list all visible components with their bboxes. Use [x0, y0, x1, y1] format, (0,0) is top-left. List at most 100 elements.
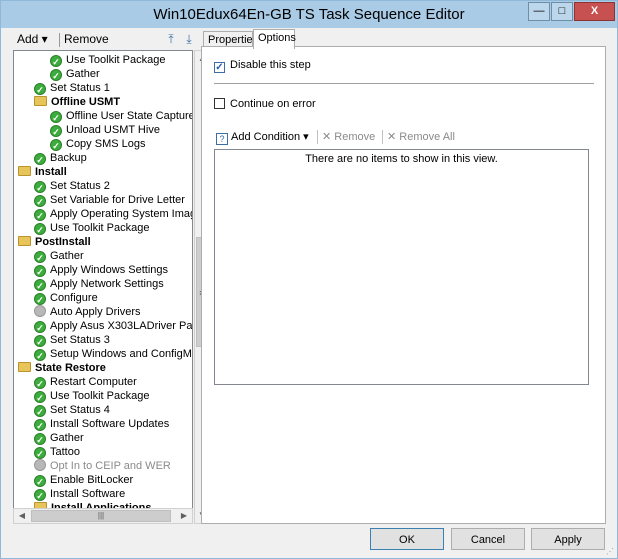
tree-step[interactable]: ✓ Set Status 4 — [34, 403, 110, 417]
add-condition-label: Add Condition — [231, 131, 301, 143]
tree-horizontal-scrollbar[interactable]: ◀ ||| ▶ — [13, 508, 193, 524]
scroll-left-icon[interactable]: ◀ — [14, 509, 30, 523]
success-check-icon: ✓ — [34, 279, 46, 291]
success-check-icon: ✓ — [34, 489, 46, 501]
tree-group[interactable]: State Restore — [18, 361, 106, 375]
folder-icon — [18, 362, 31, 372]
tree-step[interactable]: Opt In to CEIP and WER — [34, 459, 171, 473]
tree-item-label: Gather — [50, 432, 84, 444]
tree-item-label: Setup Windows and ConfigMgr — [50, 348, 193, 360]
tree-step[interactable]: Auto Apply Drivers — [34, 305, 140, 319]
tree-step[interactable]: ✓ Install Software Updates — [34, 417, 169, 431]
tree-item-label: Configure — [50, 292, 98, 304]
tree-group[interactable]: Install — [18, 165, 67, 179]
success-check-icon: ✓ — [34, 293, 46, 305]
tree-toolbar: Add ▾ Remove ⤒ ⤓ — [12, 30, 200, 48]
tree-step[interactable]: ✓ Use Toolkit Package — [34, 389, 149, 403]
tree-step[interactable]: ✓ Configure — [34, 291, 98, 305]
tree-step[interactable]: ✓ Set Status 2 — [34, 179, 110, 193]
tree-step[interactable]: ✓ Set Variable for Drive Letter — [34, 193, 185, 207]
title-bar[interactable]: Win10Edux64En-GB TS Task Sequence Editor… — [1, 1, 617, 28]
success-check-icon: ✓ — [34, 321, 46, 333]
success-check-icon: ✓ — [34, 349, 46, 361]
maximize-button[interactable]: □ — [551, 2, 573, 21]
add-menu-button[interactable]: Add ▾ — [17, 32, 48, 46]
tree-item-label: Set Status 4 — [50, 404, 110, 416]
continue-on-error-checkbox[interactable] — [214, 98, 225, 109]
tree-step[interactable]: ✓ Enable BitLocker — [34, 473, 133, 487]
success-check-icon: ✓ — [34, 153, 46, 165]
success-check-icon: ✓ — [34, 405, 46, 417]
tree-step[interactable]: ✓ Gather — [34, 249, 84, 263]
folder-icon — [34, 96, 47, 106]
tree-step[interactable]: ✓ Backup — [34, 151, 87, 165]
success-check-icon: ✓ — [34, 265, 46, 277]
disabled-step-icon — [34, 305, 46, 317]
options-panel: ✓ Disable this step Continue on error ? Ad… — [201, 46, 606, 524]
tree-item-label: Apply Operating System Image — [50, 208, 193, 220]
folder-icon — [18, 236, 31, 246]
tree-step[interactable]: ✓ Setup Windows and ConfigMgr — [34, 347, 193, 361]
tree-item-label: Use Toolkit Package — [66, 54, 166, 66]
tree-group[interactable]: PostInstall — [18, 235, 91, 249]
tree-step[interactable]: ✓ Install Software — [34, 487, 125, 501]
tab-options[interactable]: Options — [253, 29, 296, 49]
success-check-icon: ✓ — [34, 335, 46, 347]
options-divider — [214, 83, 594, 84]
tree-step[interactable]: ✓ Use Toolkit Package — [34, 221, 149, 235]
close-button[interactable]: X — [574, 2, 615, 21]
tree-step[interactable]: ✓ Use Toolkit Package — [50, 53, 165, 67]
tree-step[interactable]: ✓ Unload USMT Hive — [50, 123, 160, 137]
success-check-icon: ✓ — [34, 195, 46, 207]
tree-step[interactable]: ✓ Set Status 1 — [34, 81, 110, 95]
scroll-right-icon[interactable]: ▶ — [176, 509, 192, 523]
tree-item-label: Tattoo — [50, 446, 80, 458]
continue-on-error-option[interactable]: Continue on error — [214, 98, 316, 112]
tree-step[interactable]: ✓ Copy SMS Logs — [50, 137, 145, 151]
tree-item-label: Apply Asus X303LADriver Pack — [50, 320, 193, 332]
remove-condition-button[interactable]: ✕ Remove — [322, 130, 375, 143]
add-condition-button[interactable]: ? Add Condition ▾ — [216, 130, 309, 145]
tree-step[interactable]: ✓ Gather — [34, 431, 84, 445]
tree-item-label: State Restore — [35, 362, 106, 374]
remove-all-conditions-button[interactable]: ✕ Remove All — [387, 130, 455, 143]
tree-step[interactable]: ✓ Tattoo — [34, 445, 80, 459]
tree-item-label: Install — [35, 166, 67, 178]
move-down-icon[interactable]: ⤓ — [182, 32, 196, 46]
folder-icon — [18, 166, 31, 176]
tree-step[interactable]: ✓ Apply Windows Settings — [34, 263, 168, 277]
continue-on-error-label: Continue on error — [230, 98, 316, 110]
tree-step[interactable]: ✓ Offline User State Capture — [50, 109, 193, 123]
tree-group[interactable]: Offline USMT — [34, 95, 120, 109]
disable-step-label: Disable this step — [230, 59, 311, 71]
task-sequence-tree[interactable]: ✓ Use Toolkit Package ✓ Gather ✓ Set Status 1… — [13, 50, 193, 524]
move-up-icon[interactable]: ⤒ — [164, 32, 178, 46]
apply-button[interactable]: Apply — [531, 528, 605, 550]
tree-item-label: Offline USMT — [51, 96, 121, 108]
tree-item-label: Gather — [50, 250, 84, 262]
remove-all-label: Remove All — [399, 131, 455, 143]
ok-button[interactable]: OK — [370, 528, 444, 550]
tree-item-label: Offline User State Capture — [66, 110, 193, 122]
tree-step[interactable]: ✓ Set Status 3 — [34, 333, 110, 347]
remove-button[interactable]: Remove — [64, 32, 109, 46]
resize-grip-icon[interactable]: ⋰ — [606, 547, 616, 557]
success-check-icon: ✓ — [34, 419, 46, 431]
tree-step[interactable]: ✓ Apply Asus X303LADriver Pack — [34, 319, 193, 333]
disable-step-option[interactable]: ✓ Disable this step — [214, 59, 311, 73]
conditions-list[interactable]: There are no items to show in this view. — [214, 149, 589, 385]
condition-toolbar: ? Add Condition ▾ ✕ Remove ✕ Remove All — [214, 127, 589, 147]
minimize-button[interactable]: — — [528, 2, 550, 21]
tree-step[interactable]: ✓ Restart Computer — [34, 375, 137, 389]
tree-step[interactable]: ✓ Apply Operating System Image — [34, 207, 193, 221]
horizontal-scroll-thumb[interactable]: ||| — [31, 510, 171, 522]
tree-item-label: Use Toolkit Package — [50, 222, 150, 234]
disable-step-checkbox[interactable]: ✓ — [214, 62, 225, 73]
tree-item-label: Gather — [66, 68, 100, 80]
editor-client-area: Add ▾ Remove ⤒ ⤓ ✓ Use Toolkit Package ✓ Ga… — [8, 28, 612, 553]
tree-item-label: Apply Windows Settings — [50, 264, 168, 276]
tree-step[interactable]: ✓ Gather — [50, 67, 100, 81]
tree-step[interactable]: ✓ Apply Network Settings — [34, 277, 164, 291]
cancel-button[interactable]: Cancel — [451, 528, 525, 550]
tree-item-label: Set Variable for Drive Letter — [50, 194, 185, 206]
